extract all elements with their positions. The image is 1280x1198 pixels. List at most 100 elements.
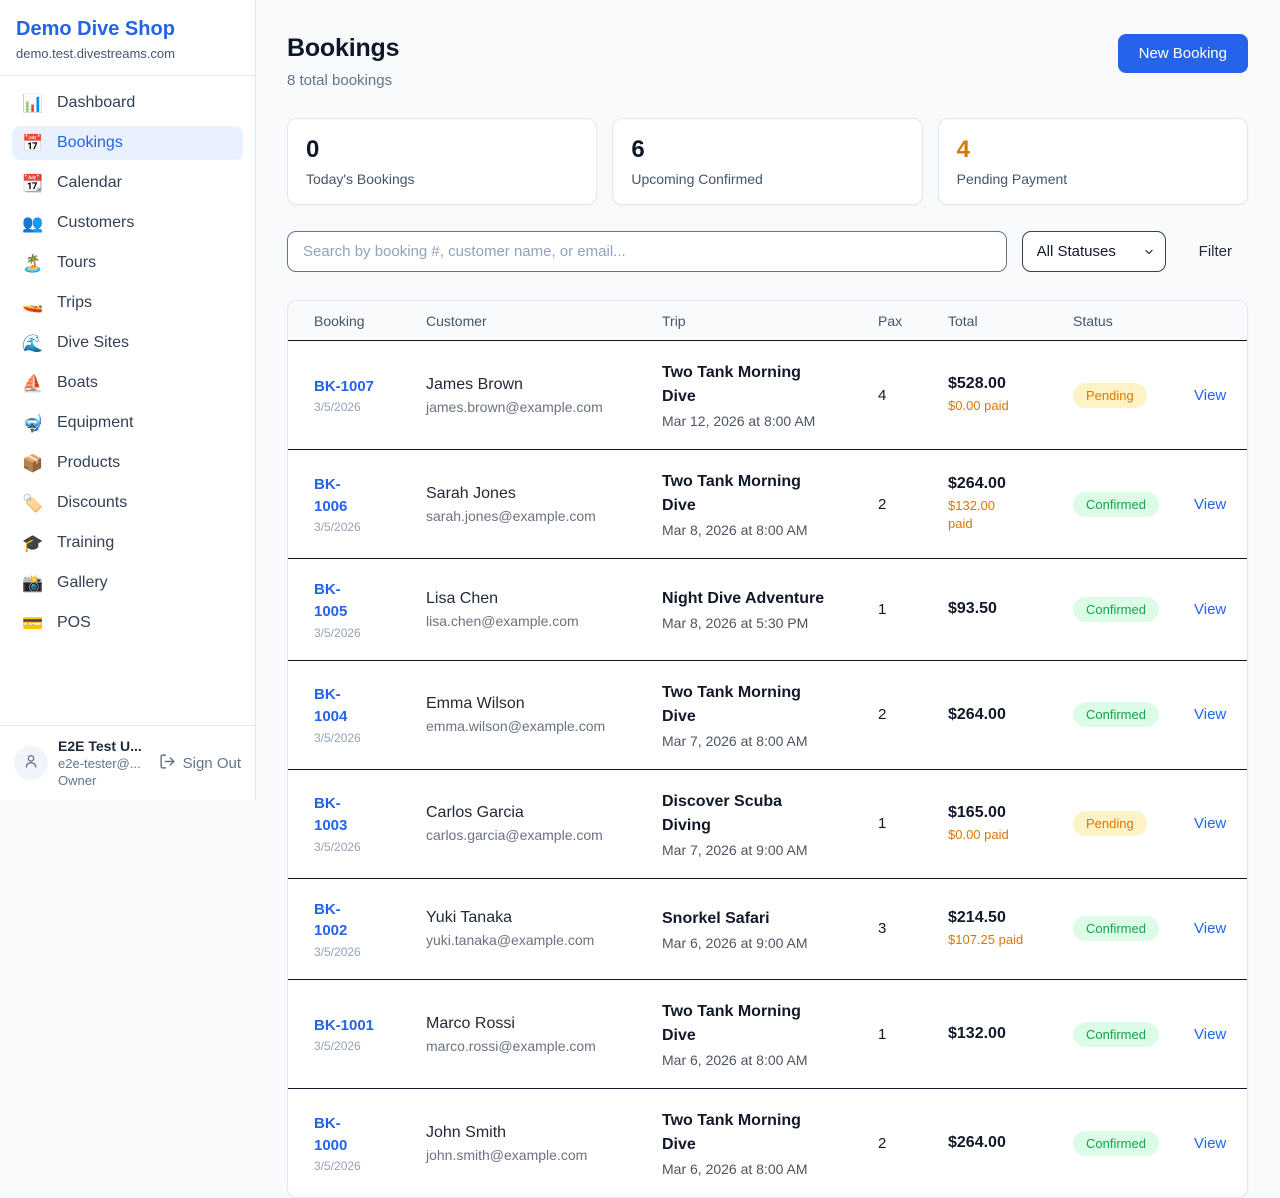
sidebar-nav: 📊Dashboard 📅Bookings 📆Calendar 👥Customers 🏝️… <box>0 76 255 725</box>
booking-date: 3/5/2026 <box>314 626 426 640</box>
people-icon: 👥 <box>22 215 44 232</box>
stat-value: 0 <box>306 136 578 164</box>
trip-datetime: Mar 7, 2026 at 9:00 AM <box>662 842 878 858</box>
status-select[interactable]: All Statuses <box>1022 231 1166 272</box>
table-header-row: BookingCustomerTripPaxTotalStatus <box>288 301 1247 341</box>
pax-value: 2 <box>878 496 948 513</box>
booking-link[interactable]: BK-1004 <box>314 684 426 728</box>
total-cell: $528.00$0.00 paid <box>948 375 1073 415</box>
customer-email: sarah.jones@example.com <box>426 508 662 524</box>
status-badge: Confirmed <box>1073 916 1159 941</box>
booking-link[interactable]: BK-1005 <box>314 579 426 623</box>
trip-cell: Night Dive AdventureMar 8, 2026 at 5:30 … <box>662 587 878 631</box>
view-link[interactable]: View <box>1194 387 1240 404</box>
sidebar-item-training[interactable]: 🎓Training <box>12 526 243 560</box>
sidebar-item-calendar[interactable]: 📆Calendar <box>12 166 243 200</box>
booking-link[interactable]: BK-1001 <box>314 1015 426 1037</box>
sidebar-item-trips[interactable]: 🚤Trips <box>12 286 243 320</box>
customer-cell: Lisa Chenlisa.chen@example.com <box>426 590 662 629</box>
stat-value: 6 <box>631 136 903 164</box>
status-badge: Confirmed <box>1073 1131 1159 1156</box>
trip-name: Two Tank MorningDive <box>662 361 878 409</box>
booking-date: 3/5/2026 <box>314 731 426 745</box>
sidebar-item-dive-sites[interactable]: 🌊Dive Sites <box>12 326 243 360</box>
sign-out-button[interactable]: Sign Out <box>159 753 241 774</box>
booking-cell: BK-10073/5/2026 <box>314 376 426 415</box>
status-badge: Confirmed <box>1073 492 1159 517</box>
sidebar-item-label: Gallery <box>57 574 108 592</box>
booking-cell: BK-1000 3/5/2026 <box>314 1113 426 1174</box>
stat-label: Pending Payment <box>957 171 1229 187</box>
calendar-icon: 📅 <box>22 135 44 152</box>
view-link[interactable]: View <box>1194 1135 1240 1152</box>
pax-value: 4 <box>878 387 948 404</box>
status-badge: Confirmed <box>1073 702 1159 727</box>
sidebar-item-equipment[interactable]: 🤿Equipment <box>12 406 243 440</box>
booking-cell: BK-10063/5/2026 <box>314 474 426 535</box>
booking-link[interactable]: BK-1000 <box>314 1113 426 1157</box>
customer-email: john.smith@example.com <box>426 1147 662 1163</box>
customer-email: carlos.garcia@example.com <box>426 827 662 843</box>
user-role: Owner <box>58 773 142 788</box>
view-link[interactable]: View <box>1194 706 1240 723</box>
customer-name: Yuki Tanaka <box>426 909 662 927</box>
trip-cell: Snorkel SafariMar 6, 2026 at 9:00 AM <box>662 907 878 951</box>
view-link[interactable]: View <box>1194 601 1240 618</box>
table-body: BK-10073/5/2026James Brownjames.brown@ex… <box>288 341 1247 1197</box>
booking-date: 3/5/2026 <box>314 945 426 959</box>
user-name: E2E Test U... <box>58 738 142 754</box>
main-content: Bookings 8 total bookings New Booking 0T… <box>256 0 1280 1198</box>
view-link[interactable]: View <box>1194 496 1240 513</box>
sidebar-item-dashboard[interactable]: 📊Dashboard <box>12 86 243 120</box>
filter-row: All Statuses Filter <box>287 231 1248 272</box>
sidebar-item-customers[interactable]: 👥Customers <box>12 206 243 240</box>
sidebar-item-products[interactable]: 📦Products <box>12 446 243 480</box>
sidebar-item-gallery[interactable]: 📸Gallery <box>12 566 243 600</box>
booking-link[interactable]: BK-1007 <box>314 376 426 398</box>
person-icon <box>23 753 39 774</box>
view-link[interactable]: View <box>1194 1026 1240 1043</box>
stat-card-upcoming-confirmed: 6Upcoming Confirmed <box>612 118 922 205</box>
total-amount: $132.00 <box>948 1025 1073 1043</box>
new-booking-button[interactable]: New Booking <box>1118 34 1248 73</box>
sidebar-item-bookings[interactable]: 📅Bookings <box>12 126 243 160</box>
total-cell: $93.50 <box>948 600 1073 618</box>
sidebar-item-boats[interactable]: ⛵Boats <box>12 366 243 400</box>
status-select-wrap: All Statuses <box>1022 231 1166 272</box>
graduation-cap-icon: 🎓 <box>22 535 44 552</box>
trip-name: Two Tank MorningDive <box>662 470 878 518</box>
trip-datetime: Mar 8, 2026 at 8:00 AM <box>662 522 878 538</box>
package-icon: 📦 <box>22 455 44 472</box>
customer-name: James Brown <box>426 376 662 394</box>
stat-card-today-s-bookings: 0Today's Bookings <box>287 118 597 205</box>
total-amount: $264.00 <box>948 475 1073 493</box>
page-title-block: Bookings 8 total bookings <box>287 34 399 89</box>
booking-link[interactable]: BK-1003 <box>314 793 426 837</box>
user-email: e2e-tester@... <box>58 756 142 771</box>
customer-name: Sarah Jones <box>426 485 662 503</box>
sidebar-item-label: Equipment <box>57 414 134 432</box>
table-row: BK-1002 3/5/2026 Yuki Tanaka yuki.tanaka@ex… <box>288 879 1247 981</box>
status-badge: Pending <box>1073 811 1147 836</box>
table-row: BK-10073/5/2026James Brown james.brown@ex… <box>288 341 1247 450</box>
trip-name: Two Tank MorningDive <box>662 681 878 729</box>
pax-value: 1 <box>878 1026 948 1043</box>
booking-cell: BK-10033/5/2026 <box>314 793 426 854</box>
trip-cell: Two Tank MorningDiveMar 12, 2026 at 8:00… <box>662 361 878 429</box>
booking-link[interactable]: BK-1006 <box>314 474 426 518</box>
search-input[interactable] <box>287 231 1007 272</box>
booking-date: 3/5/2026 <box>314 1159 426 1173</box>
sidebar-item-pos[interactable]: 💳POS <box>12 606 243 640</box>
filter-button[interactable]: Filter <box>1199 243 1232 260</box>
customer-name: Emma Wilson <box>426 695 662 713</box>
view-link[interactable]: View <box>1194 815 1240 832</box>
speedboat-icon: 🚤 <box>22 295 44 312</box>
customer-email: yuki.tanaka@example.com <box>426 932 662 948</box>
sidebar-item-tours[interactable]: 🏝️Tours <box>12 246 243 280</box>
sidebar-item-discounts[interactable]: 🏷️Discounts <box>12 486 243 520</box>
view-link[interactable]: View <box>1194 920 1240 937</box>
credit-card-icon: 💳 <box>22 615 44 632</box>
stat-value: 4 <box>957 136 1229 164</box>
customer-email: james.brown@example.com <box>426 399 662 415</box>
booking-link[interactable]: BK-1002 <box>314 899 426 943</box>
